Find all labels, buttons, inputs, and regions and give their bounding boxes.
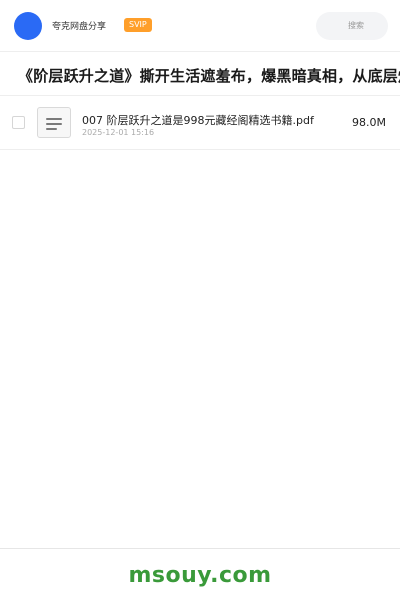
header-bar: 夸克网盘分享 SVIP 搜索 [0, 0, 400, 52]
share-title: 《阶层跃升之道》撕开生活遮羞布，爆黑暗真相，从底层炸 [18, 67, 400, 85]
file-size: 98.0M [352, 116, 386, 129]
document-file-icon [37, 107, 71, 138]
username: 夸克网盘分享 [52, 22, 107, 32]
file-checkbox[interactable] [12, 116, 25, 129]
search-input[interactable]: 搜索 [316, 12, 388, 40]
file-date: 2025-12-01 15:16 [82, 128, 155, 137]
svip-badge: SVIP [124, 18, 152, 32]
share-title-bar: 《阶层跃升之道》撕开生活遮羞布，爆黑暗真相，从底层炸 [0, 53, 400, 96]
file-row[interactable]: 007 阶层跃升之道是998元藏经阁精选书籍.pdf 2025-12-01 15… [0, 97, 400, 150]
avatar[interactable] [14, 12, 42, 40]
site-watermark: msouy.com [128, 563, 272, 588]
footer-bar: msouy.com [0, 548, 400, 600]
file-name[interactable]: 007 阶层跃升之道是998元藏经阁精选书籍.pdf [82, 112, 314, 128]
